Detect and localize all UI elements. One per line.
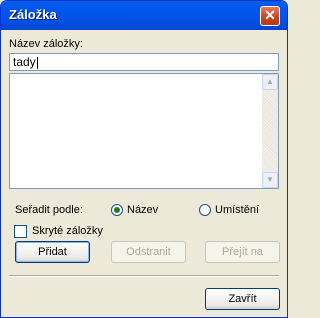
title-bar[interactable]: Záložka ✕ (1, 1, 287, 30)
remove-button[interactable]: Odstranit (111, 241, 186, 263)
hidden-bookmarks-label[interactable]: Skryté záložky (32, 225, 103, 237)
sort-location-radio[interactable] (199, 204, 211, 216)
go-to-button[interactable]: Přejít na (205, 241, 280, 263)
sort-name-radio[interactable] (111, 204, 123, 216)
separator (9, 275, 279, 277)
sort-name-label[interactable]: Název (127, 204, 158, 216)
close-icon[interactable]: ✕ (260, 6, 280, 26)
arrow-down-icon[interactable]: ▼ (262, 172, 278, 188)
vertical-scrollbar[interactable]: ▲ ▼ (262, 74, 278, 188)
text-caret (36, 56, 38, 69)
sort-by-label: Seřadit podle: (15, 204, 83, 216)
arrow-up-icon[interactable]: ▲ (262, 74, 278, 90)
bookmark-list[interactable]: ▲ ▼ (9, 73, 279, 189)
sort-location-label[interactable]: Umístění (215, 204, 259, 216)
add-button[interactable]: Přidat (15, 241, 90, 263)
hidden-bookmarks-checkbox[interactable] (14, 225, 27, 238)
bookmark-name-value: tady (13, 55, 36, 69)
bookmark-name-label: Název záložky: (9, 38, 83, 50)
bookmark-name-input[interactable]: tady (9, 53, 279, 71)
bookmark-dialog: Záložka ✕ Název záložky: tady ▲ ▼ Seřadi… (0, 0, 288, 318)
close-button[interactable]: Zavřít (205, 288, 280, 310)
dialog-title: Záložka (9, 7, 57, 22)
